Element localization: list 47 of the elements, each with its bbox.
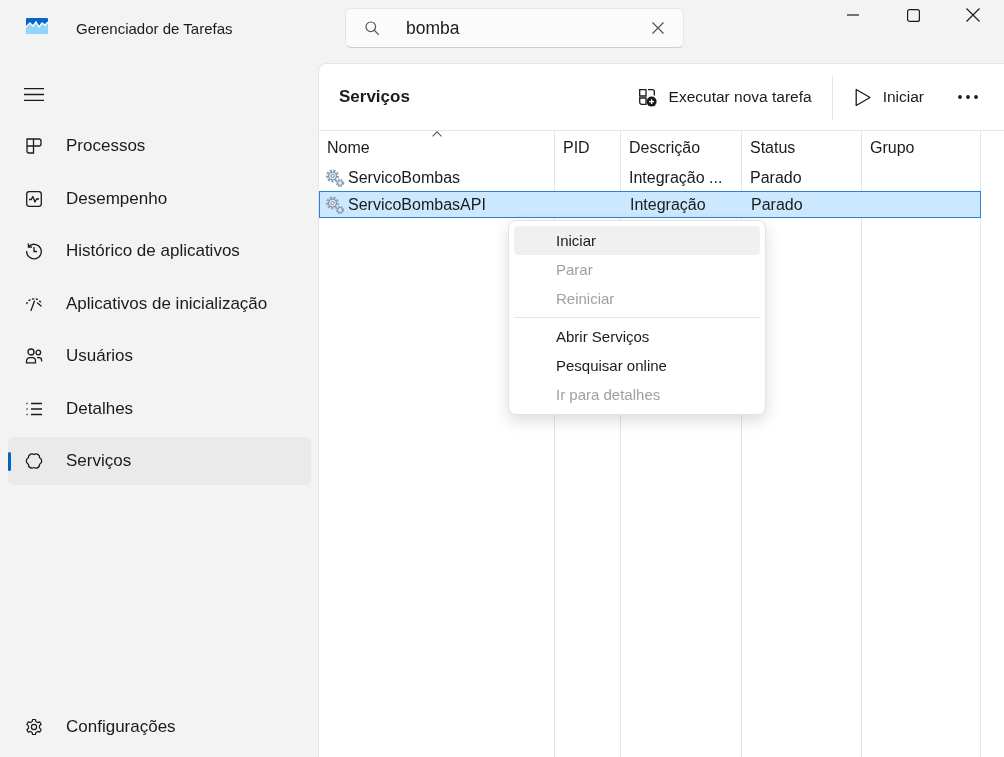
service-name: ServicoBombas — [348, 168, 461, 187]
close-icon — [966, 8, 980, 22]
column-header[interactable]: PID — [555, 131, 621, 164]
nav-item[interactable]: Processos — [8, 122, 311, 170]
menu-item[interactable]: Iniciar — [514, 226, 760, 255]
users-icon — [24, 346, 44, 366]
search-field[interactable]: bomba — [345, 8, 684, 48]
more-icon — [958, 95, 978, 99]
nav-item[interactable]: Desempenho — [8, 174, 311, 223]
history-icon — [24, 241, 44, 261]
nav-item[interactable]: Usuários — [8, 332, 311, 380]
column-header[interactable]: Descrição — [621, 131, 742, 164]
nav-item[interactable]: Configurações — [8, 703, 311, 751]
service-description: Integração ... — [629, 168, 723, 187]
column-header[interactable]: Nome — [319, 131, 555, 164]
gears-icon — [325, 167, 345, 188]
play-icon — [854, 87, 871, 107]
clear-icon[interactable] — [652, 22, 664, 34]
grid-plus-icon — [636, 87, 657, 107]
column-header[interactable]: Grupo — [862, 131, 981, 164]
pulse-chart-icon — [24, 188, 44, 209]
maximize-icon — [906, 8, 920, 22]
search-icon — [365, 21, 379, 35]
minimize-icon — [847, 14, 859, 16]
service-name: ServicoBombasAPI — [348, 195, 486, 214]
start-button[interactable]: Iniciar — [844, 79, 934, 115]
menu-icon — [24, 87, 44, 101]
service-description: Integração — [630, 195, 706, 214]
window-title: Gerenciador de Tarefas — [76, 20, 233, 37]
service-status: Parado — [750, 168, 802, 187]
sort-caret-icon — [431, 131, 442, 137]
page-title: Serviços — [339, 87, 410, 107]
settings-icon — [24, 717, 44, 737]
table-row[interactable]: ServicoBombasAPI Integração Parado — [319, 191, 981, 218]
cog-icon — [24, 451, 44, 471]
nav-item[interactable]: Detalhes — [8, 384, 311, 433]
run-task-button[interactable]: Executar nova tarefa — [626, 79, 822, 115]
gears-icon — [325, 194, 345, 215]
menu-item[interactable]: Pesquisar online — [514, 351, 760, 380]
service-status: Parado — [751, 195, 803, 214]
nav-item[interactable]: Histórico de aplicativos — [8, 227, 311, 275]
menu-item[interactable]: Abrir Serviços — [514, 322, 760, 351]
nav-item[interactable]: Serviços — [8, 437, 311, 485]
app-logo-icon — [26, 18, 48, 34]
column-header[interactable]: Status — [742, 131, 862, 164]
nav-item[interactable]: Aplicativos de inicialização — [8, 279, 311, 328]
grid-icon — [24, 136, 44, 156]
